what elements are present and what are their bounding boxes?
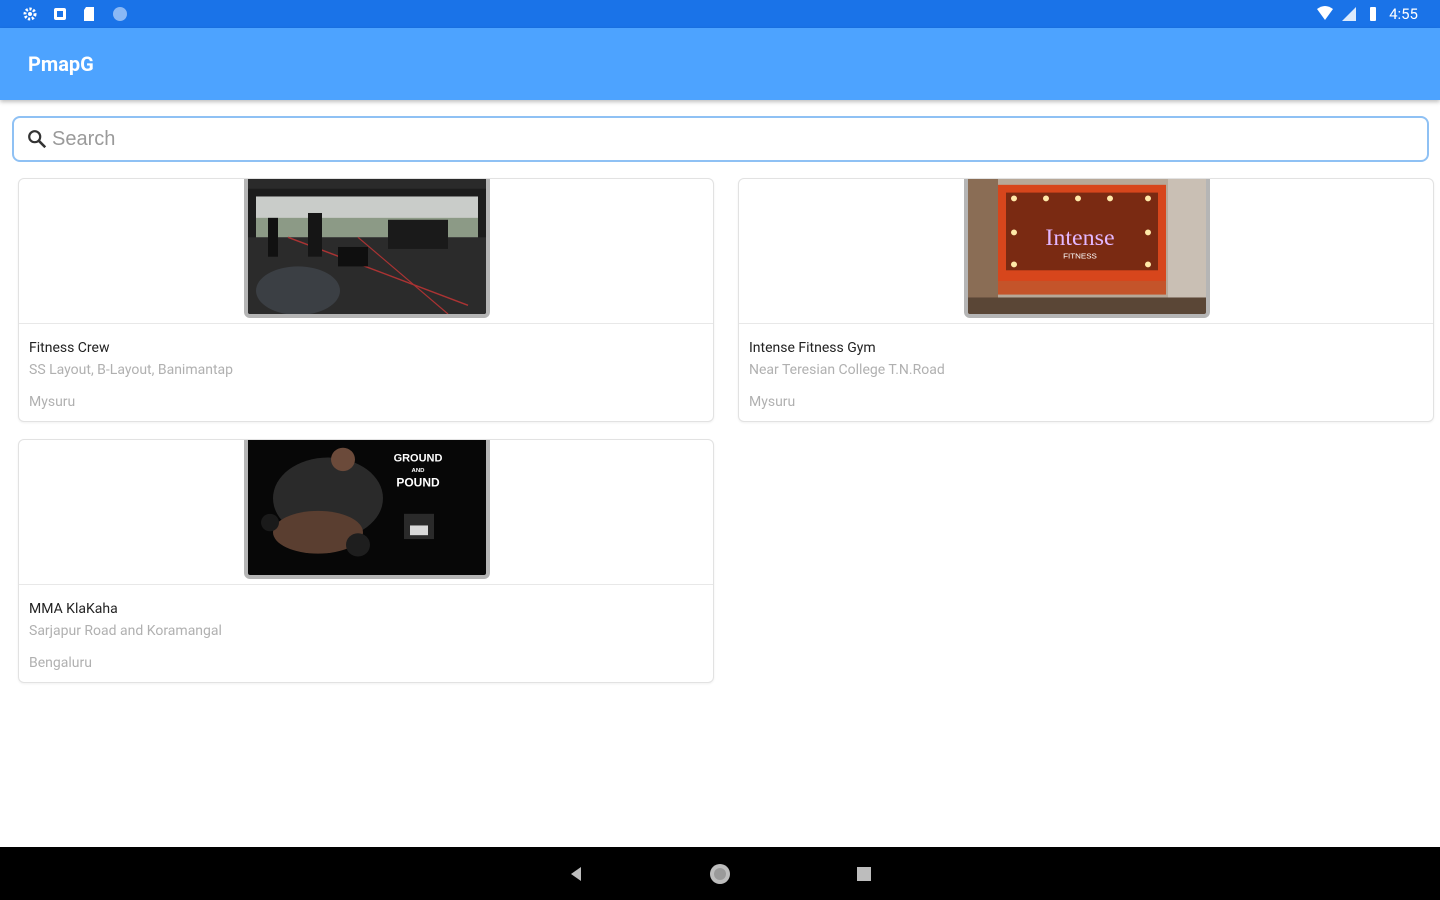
search-box[interactable] (12, 116, 1429, 162)
home-icon (710, 863, 730, 884)
status-bar: 4:55 (0, 0, 1440, 28)
gym-card[interactable]: Fitness Crew SS Layout, B-Layout, Banima… (18, 178, 714, 422)
wifi-icon (1317, 6, 1334, 20)
intense-sign-subtitle: FITNESS (1063, 252, 1097, 261)
intense-fitness-sign-photo: Intense FITNESS (964, 179, 1210, 318)
gym-card[interactable]: Intense FITNESS Intense Fitness Gym Near… (738, 178, 1434, 422)
app-bar: PmapG (0, 28, 1440, 100)
gym-city: Mysuru (749, 394, 796, 410)
status-time: 4:55 (1389, 5, 1418, 23)
card-image-area (19, 179, 713, 324)
settings-icon (23, 7, 37, 21)
app-title: PmapG (28, 52, 94, 76)
recents-icon (857, 866, 871, 881)
card-body: Intense Fitness Gym Near Teresian Colleg… (739, 324, 1433, 410)
intense-sign-title: Intense (1045, 225, 1114, 251)
navigation-bar (0, 847, 1440, 900)
gym-floor-photo (244, 179, 490, 318)
gym-address: Near Teresian College T.N.Road (749, 362, 945, 378)
search-input[interactable] (52, 127, 1352, 151)
gym-address: SS Layout, B-Layout, Banimantap (29, 362, 234, 378)
sd-card-icon (54, 8, 66, 20)
back-button[interactable] (564, 862, 588, 886)
image-text-ground: GROUND (394, 452, 443, 464)
recents-button[interactable] (852, 862, 876, 886)
ground-and-pound-photo: GROUND AND POUND (244, 440, 490, 579)
gym-address: Sarjapur Road and Koramangal (29, 623, 222, 639)
signal-icon (1342, 7, 1357, 21)
gym-card[interactable]: GROUND AND POUND MMA KlaKaha Sarjapur Ro… (18, 439, 714, 683)
gym-city: Bengaluru (29, 655, 92, 671)
battery-icon (1370, 7, 1377, 21)
gym-city: Mysuru (29, 394, 76, 410)
card-body: Fitness Crew SS Layout, B-Layout, Banima… (19, 324, 713, 410)
circle-icon (113, 7, 127, 21)
clipboard-icon (84, 7, 94, 21)
card-image-area: GROUND AND POUND (19, 440, 713, 585)
image-text-pound: POUND (396, 476, 440, 490)
status-left-icons (22, 6, 128, 22)
gym-name: MMA KlaKaha (29, 601, 118, 617)
gym-name: Intense Fitness Gym (749, 340, 876, 356)
gym-name: Fitness Crew (29, 340, 110, 356)
card-image-area: Intense FITNESS (739, 179, 1433, 324)
card-body: MMA KlaKaha Sarjapur Road and Koramangal… (19, 585, 713, 671)
back-icon (571, 866, 581, 881)
image-text-and: AND (412, 468, 426, 474)
search-icon (28, 130, 47, 149)
status-right-icons: 4:55 (1317, 5, 1418, 23)
home-button[interactable] (708, 862, 732, 886)
